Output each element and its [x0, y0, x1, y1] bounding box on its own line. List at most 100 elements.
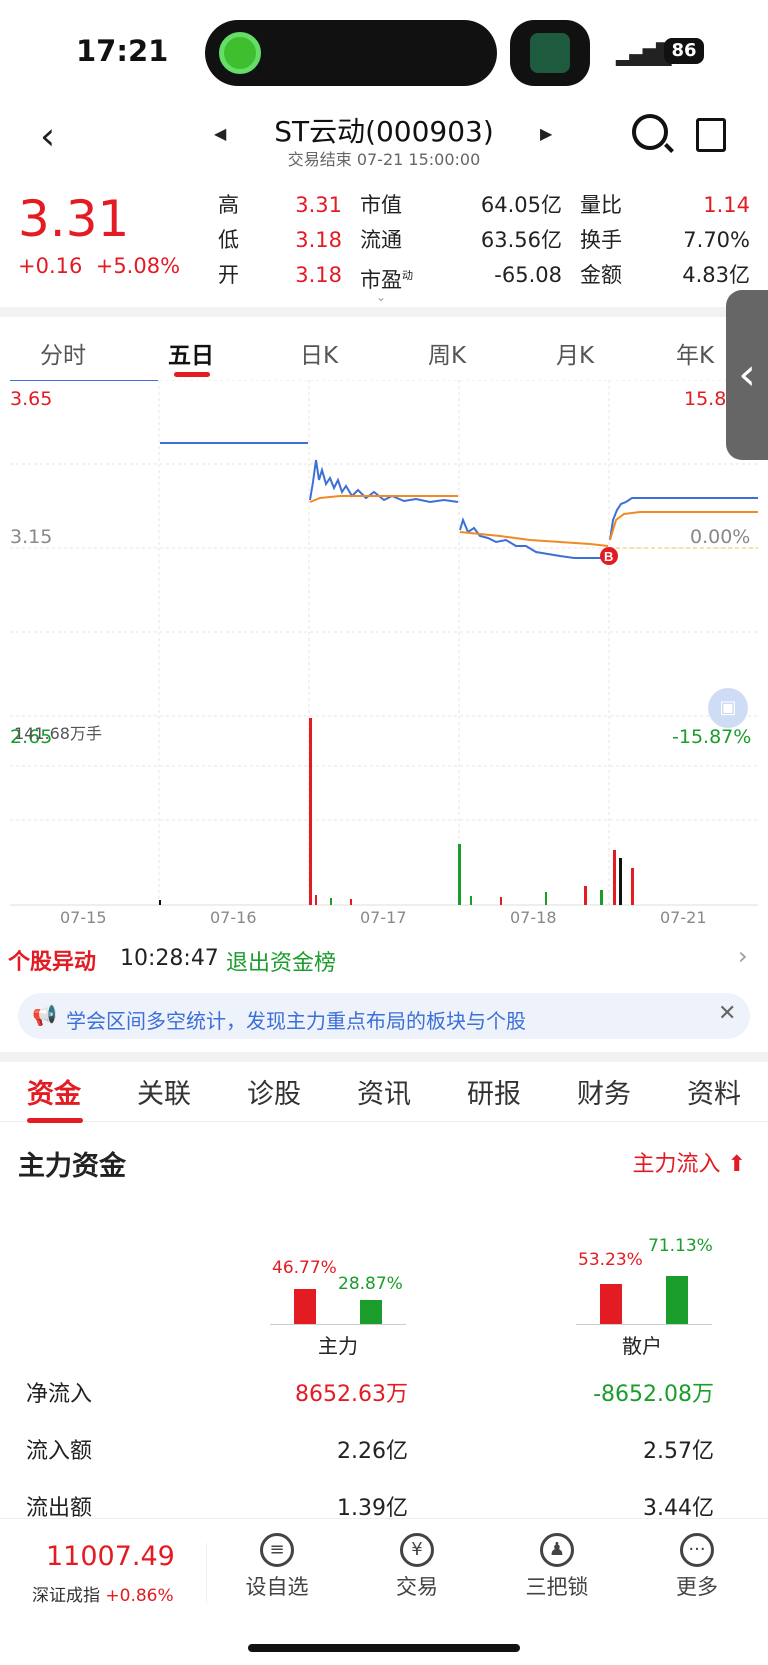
x-label-4: 07-18 [510, 908, 557, 927]
volume-bar [500, 897, 502, 905]
search-icon[interactable] [632, 114, 668, 150]
x-label-3: 07-17 [360, 908, 407, 927]
pct-label-bottom: -15.87% [672, 726, 752, 748]
home-indicator [248, 1644, 520, 1652]
tab-yeark[interactable]: 年K [676, 336, 714, 370]
up-arrow-icon: ⬆ [727, 1152, 746, 1177]
quote-float: 流通 63.56亿 [360, 228, 562, 252]
megaphone-icon: 📢 [32, 1003, 57, 1027]
volume-bar [584, 886, 587, 905]
tip-banner[interactable]: 📢 学会区间多空统计，发现主力重点布局的板块与个股 ✕ [18, 993, 750, 1039]
volume-bar [631, 868, 634, 905]
retail-inflow-value: 2.57亿 [643, 1439, 714, 1464]
volume-bar [613, 850, 616, 905]
price-chart[interactable]: B 3.65 3.15 2.65 15.8 0.00% -15.87% 141.… [0, 379, 768, 940]
tab-dayk[interactable]: 日K [300, 336, 338, 370]
pct-label-mid: 0.00% [690, 526, 751, 548]
current-price: 3.31 [18, 190, 130, 248]
section-title: 主力资金 [18, 1151, 126, 1182]
app-activity-icon [219, 32, 261, 74]
main-in-bar [294, 1288, 316, 1324]
quote-pe: 市盈动 -65.08 [360, 263, 562, 292]
dynamic-island [205, 20, 497, 86]
main-label: 主力 [318, 1334, 358, 1358]
chevron-right-icon: › [738, 942, 748, 970]
tab-news[interactable]: 资讯 [357, 1072, 411, 1111]
quote-col-3: 量比 1.14 换手 7.70% 金额 4.83亿 [580, 188, 750, 293]
quote-col-2: 市值 64.05亿 流通 63.56亿 市盈动 -65.08 [360, 188, 562, 293]
info-tabs: 资金 关联 诊股 资讯 研报 财务 资料 [0, 1062, 768, 1123]
main-net-value: 8652.63万 [295, 1382, 408, 1407]
tab-weekk[interactable]: 周K [428, 336, 466, 370]
alert-tag: 个股异动 [8, 950, 97, 975]
tab-profile[interactable]: 资料 [687, 1072, 741, 1111]
retail-baseline [576, 1324, 712, 1325]
flow-label: 主力流入 ⬆ [632, 1152, 746, 1177]
tab-diagnose[interactable]: 诊股 [247, 1072, 301, 1111]
price-line-0718 [459, 517, 604, 559]
subtab-indicator [27, 1118, 83, 1123]
tab-fenshi[interactable]: 分时 [40, 336, 86, 370]
volume-label: 141.68万手 [14, 724, 102, 743]
tab-finance[interactable]: 财务 [577, 1072, 631, 1111]
nav-watchlist[interactable]: ≡ 设自选 [232, 1533, 322, 1601]
volume-bar [309, 718, 312, 905]
buy-marker-label: B [604, 549, 613, 564]
retail-out-bar [666, 1276, 688, 1324]
tab-monthk[interactable]: 月K [556, 336, 594, 370]
divider [0, 307, 768, 317]
quote-amount: 金额 4.83亿 [580, 263, 750, 287]
row-label: 净流入 [26, 1382, 93, 1407]
stock-header: ‹ ◀ ST云动(000903) 交易结束 07-21 15:00:00 ▶ [0, 100, 768, 175]
bottom-divider [206, 1543, 207, 1603]
index-value[interactable]: 11007.49 [46, 1541, 175, 1572]
share-chart-icon[interactable]: ▣ [708, 688, 748, 728]
side-panel-handle[interactable]: ‹ [726, 290, 768, 460]
alert-text: 退出资金榜 [226, 951, 337, 976]
section-divider [0, 1052, 768, 1062]
volume-bar [330, 898, 332, 905]
x-label-5: 07-21 [660, 908, 707, 927]
share-icon[interactable] [696, 118, 726, 152]
close-icon[interactable]: ✕ [718, 1001, 736, 1026]
retail-label: 散户 [622, 1334, 662, 1358]
tab-fund[interactable]: 资金 [27, 1072, 81, 1111]
stock-alert-row[interactable]: 个股异动 10:28:47 退出资金榜 › [0, 938, 768, 982]
volume-bar [159, 900, 161, 905]
battery-icon: 86 [664, 38, 704, 64]
quote-open: 开 3.18 [218, 263, 342, 287]
retail-out-pct: 71.13% [648, 1236, 713, 1256]
quote-low: 低 3.18 [218, 228, 342, 252]
lock-icon: ♟ [540, 1533, 574, 1567]
y-label-mid: 3.15 [10, 526, 53, 548]
price-change: +0.16 +5.08% [18, 254, 180, 278]
chart-svg: B [10, 379, 758, 906]
tab-research[interactable]: 研报 [467, 1072, 521, 1111]
media-thumbnail-icon [530, 33, 570, 73]
nav-more[interactable]: ··· 更多 [652, 1533, 742, 1601]
volume-bar [458, 844, 461, 905]
alert-time: 10:28:47 [120, 946, 219, 971]
change-pct: +5.08% [95, 254, 181, 278]
x-label-2: 07-16 [210, 908, 257, 927]
volume-bar [619, 858, 622, 905]
quote-turnover: 换手 7.70% [580, 228, 750, 252]
volume-bar [545, 892, 547, 905]
dynamic-island-right [510, 20, 590, 86]
quote-high: 高 3.31 [218, 193, 342, 217]
period-tabs: 分时 五日 日K 周K 月K 年K [0, 320, 768, 380]
next-stock-icon[interactable]: ▶ [540, 124, 552, 143]
tab-indicator [174, 372, 210, 377]
expand-icon[interactable]: ⌄ [376, 290, 386, 304]
list-icon: ≡ [260, 1533, 294, 1567]
nav-locks[interactable]: ♟ 三把锁 [512, 1533, 602, 1601]
nav-trade[interactable]: ¥ 交易 [372, 1533, 462, 1601]
index-name-row: 深证成指 +0.86% [32, 1586, 174, 1606]
row-label: 流入额 [26, 1439, 93, 1464]
tab-related[interactable]: 关联 [137, 1072, 191, 1111]
pct-label-top: 15.8 [684, 388, 727, 410]
yen-icon: ¥ [400, 1533, 434, 1567]
tab-wuri[interactable]: 五日 [168, 336, 214, 370]
tip-text: 学会区间多空统计，发现主力重点布局的板块与个股 [66, 1009, 526, 1033]
main-out-pct: 28.87% [338, 1274, 403, 1294]
